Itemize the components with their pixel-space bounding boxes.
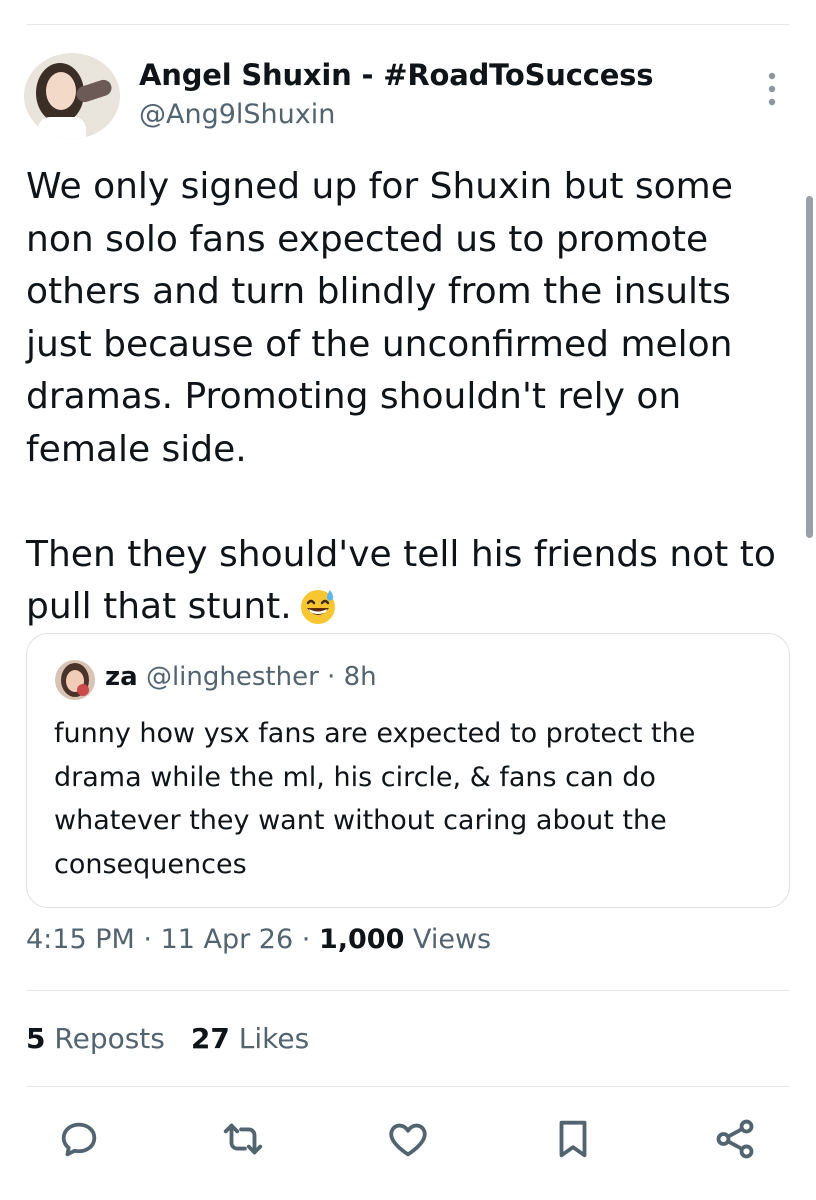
scrollbar[interactable]: [806, 196, 813, 538]
tweet-text: We only signed up for Shuxin but some no…: [26, 161, 796, 642]
likes-stat[interactable]: 27 Likes: [191, 1022, 309, 1055]
share-icon[interactable]: [712, 1116, 758, 1162]
top-divider: [26, 24, 790, 25]
more-options-icon[interactable]: [760, 68, 784, 110]
tweet-meta: 4:15 PM · 11 Apr 26 · 1,000 Views: [26, 924, 491, 955]
divider: [26, 990, 790, 991]
meta-separator: ·: [143, 924, 152, 955]
reply-icon[interactable]: [56, 1116, 102, 1162]
tweet-time[interactable]: 4:15 PM: [26, 924, 135, 955]
reposts-label: Reposts: [54, 1022, 165, 1055]
tweet-date[interactable]: 11 Apr 26: [161, 924, 294, 955]
reposts-count: 5: [26, 1022, 46, 1055]
divider: [26, 1086, 790, 1087]
quoted-tweet[interactable]: za @linghesther · 8h funny how ysx fans …: [26, 633, 790, 908]
tweet-body: We only signed up for Shuxin but some no…: [26, 166, 776, 627]
quoted-separator: ·: [327, 662, 336, 692]
likes-count: 27: [190, 1022, 230, 1055]
quoted-avatar[interactable]: [55, 660, 95, 700]
author-handle[interactable]: @Ang9lShuxin: [139, 99, 335, 130]
quoted-header: za @linghesther · 8h: [105, 662, 377, 692]
quoted-text: funny how ysx fans are expected to prote…: [54, 718, 696, 880]
author-display-name[interactable]: Angel Shuxin - #RoadToSuccess: [139, 58, 653, 92]
meta-separator: ·: [301, 924, 311, 955]
quoted-handle[interactable]: @linghesther: [146, 662, 319, 692]
engagement-stats: 5 Reposts 27 Likes: [26, 1022, 309, 1055]
bookmark-icon[interactable]: [550, 1116, 596, 1162]
likes-label: Likes: [238, 1022, 310, 1055]
repost-icon[interactable]: [220, 1116, 266, 1162]
quoted-name[interactable]: za: [105, 662, 138, 692]
author-avatar[interactable]: [24, 53, 120, 139]
quoted-age: 8h: [343, 662, 377, 692]
views-label: Views: [412, 924, 492, 955]
like-icon[interactable]: [385, 1116, 431, 1162]
reposts-stat[interactable]: 5 Reposts: [26, 1022, 165, 1055]
views-count: 1,000: [318, 924, 405, 955]
